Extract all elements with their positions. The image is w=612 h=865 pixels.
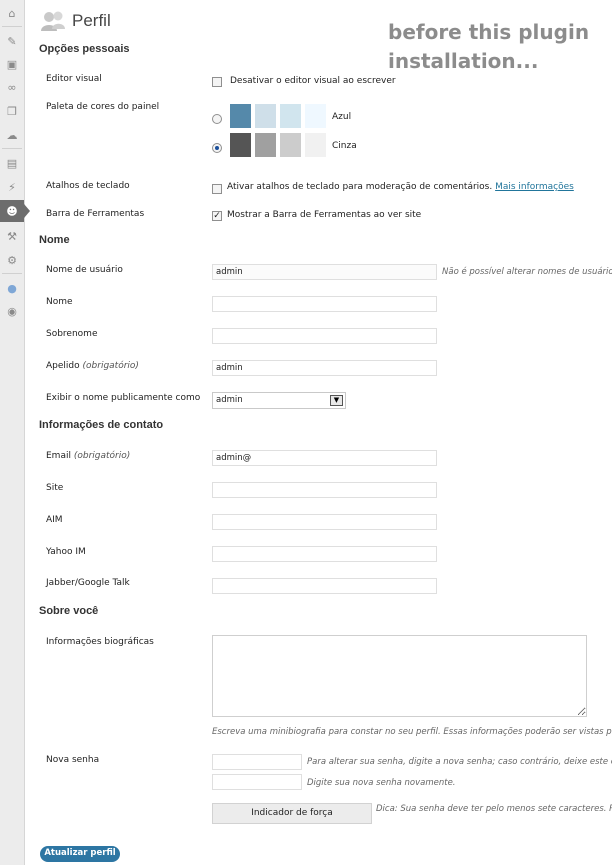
color-swatch: [230, 133, 251, 157]
media-icon[interactable]: ▣: [0, 53, 24, 75]
links-icon[interactable]: ∞: [0, 76, 24, 98]
new-password-label: Nova senha: [46, 755, 100, 765]
email-required-note: (obrigatório): [73, 451, 131, 461]
page-title: Perfil: [72, 11, 111, 30]
yahoo-label: Yahoo IM: [46, 547, 86, 557]
annotation-line-2: installation...: [388, 49, 539, 73]
shortcuts-label: Atalhos de teclado: [46, 181, 130, 191]
plugins-icon[interactable]: ⚡: [0, 176, 24, 198]
sidebar-separator: [2, 273, 22, 274]
tools-icon[interactable]: ⚒: [0, 225, 24, 247]
color-swatch: [280, 104, 301, 128]
username-hint: Não é possível alterar nomes de usuário.: [442, 267, 612, 277]
visual-editor-checkbox-label: Desativar o editor visual ao escrever: [230, 76, 396, 86]
comments-icon[interactable]: ☁: [0, 124, 24, 146]
site-label: Site: [46, 483, 64, 493]
email-input[interactable]: admin@: [212, 450, 437, 466]
color-swatch: [305, 104, 326, 128]
users-page-icon: [41, 11, 65, 31]
section-heading-about: Sobre você: [39, 605, 99, 617]
shortcuts-checkbox[interactable]: [212, 184, 222, 194]
new-password-input[interactable]: [212, 754, 302, 770]
aim-label: AIM: [46, 515, 63, 525]
toolbar-checkbox-label: Mostrar a Barra de Ferramentas ao ver si…: [227, 210, 422, 220]
display-name-selected: admin: [216, 395, 243, 405]
section-heading-name: Nome: [39, 234, 70, 246]
settings-icon[interactable]: ⚙: [0, 249, 24, 271]
color-scheme-name-azul: Azul: [332, 112, 352, 122]
extra-plugin-icon[interactable]: ●: [0, 277, 24, 299]
update-profile-button[interactable]: Atualizar perfil: [40, 846, 120, 862]
site-input[interactable]: [212, 482, 437, 498]
shortcuts-checkbox-label: Ativar atalhos de teclado para moderação…: [227, 182, 493, 192]
color-swatch: [255, 133, 276, 157]
dashboard-icon[interactable]: ⌂: [0, 2, 24, 24]
collapse-icon[interactable]: ◉: [0, 300, 24, 322]
nickname-input[interactable]: admin: [212, 360, 437, 376]
appearance-icon[interactable]: ▤: [0, 152, 24, 174]
section-heading-contact: Informações de contato: [39, 419, 164, 431]
email-label: Email (obrigatório): [46, 451, 130, 461]
nickname-label-text: Apelido: [46, 361, 80, 371]
color-scheme-radio-cinza[interactable]: [212, 143, 222, 153]
color-swatch: [255, 104, 276, 128]
email-label-text: Email: [46, 451, 71, 461]
confirm-password-hint: Digite sua nova senha novamente.: [307, 778, 456, 788]
password-strength-indicator: Indicador de força: [212, 803, 372, 824]
color-swatch: [230, 104, 251, 128]
nickname-required-note: (obrigatório): [82, 361, 139, 371]
confirm-password-input[interactable]: [212, 774, 302, 790]
username-input[interactable]: admin: [212, 264, 437, 280]
yahoo-input[interactable]: [212, 546, 437, 562]
toolbar-checkbox[interactable]: ✓: [212, 211, 222, 221]
admin-color-label: Paleta de cores do painel: [46, 102, 160, 112]
color-scheme-name-cinza: Cinza: [332, 141, 357, 151]
color-swatch: [280, 133, 301, 157]
aim-input[interactable]: [212, 514, 437, 530]
bio-textarea[interactable]: [212, 635, 587, 717]
section-heading-personal: Opções pessoais: [39, 43, 130, 55]
more-info-link[interactable]: Mais informações: [495, 182, 574, 192]
visual-editor-label: Editor visual: [46, 74, 102, 84]
first-name-input[interactable]: [212, 296, 437, 312]
color-scheme-radio-azul[interactable]: [212, 114, 222, 124]
pages-icon[interactable]: ❐: [0, 100, 24, 122]
new-password-hint: Para alterar sua senha, digite a nova se…: [307, 757, 612, 767]
annotation-overlay: before this plugin installation...: [388, 18, 612, 76]
bio-label: Informações biográficas: [46, 637, 154, 647]
annotation-line-1: before this plugin: [388, 20, 590, 44]
users-icon[interactable]: ☻: [0, 200, 30, 222]
jabber-label: Jabber/Google Talk: [46, 578, 130, 588]
display-name-select[interactable]: admin ▼: [212, 392, 346, 409]
nickname-label: Apelido (obrigatório): [46, 361, 139, 371]
first-name-label: Nome: [46, 297, 73, 307]
sidebar-separator: [2, 26, 22, 27]
jabber-input[interactable]: [212, 578, 437, 594]
username-label: Nome de usuário: [46, 265, 123, 275]
pin-icon[interactable]: ✎: [0, 30, 24, 52]
toolbar-label: Barra de Ferramentas: [46, 209, 145, 219]
sidebar-separator: [2, 148, 22, 149]
color-swatch: [305, 133, 326, 157]
last-name-label: Sobrenome: [46, 329, 98, 339]
password-tip: Dica: Sua senha deve ter pelo menos sete…: [376, 804, 612, 814]
bio-hint: Escreva uma minibiografia para constar n…: [212, 727, 612, 737]
last-name-input[interactable]: [212, 328, 437, 344]
admin-sidebar: ⌂ ✎ ▣ ∞ ❐ ☁ ▤ ⚡ ☻ ⚒ ⚙ ● ◉: [0, 0, 30, 865]
display-name-label: Exibir o nome publicamente como: [46, 393, 201, 403]
shortcuts-checkbox-text: Ativar atalhos de teclado para moderação…: [227, 182, 574, 192]
visual-editor-checkbox[interactable]: [212, 77, 222, 87]
chevron-down-icon[interactable]: ▼: [330, 395, 343, 406]
